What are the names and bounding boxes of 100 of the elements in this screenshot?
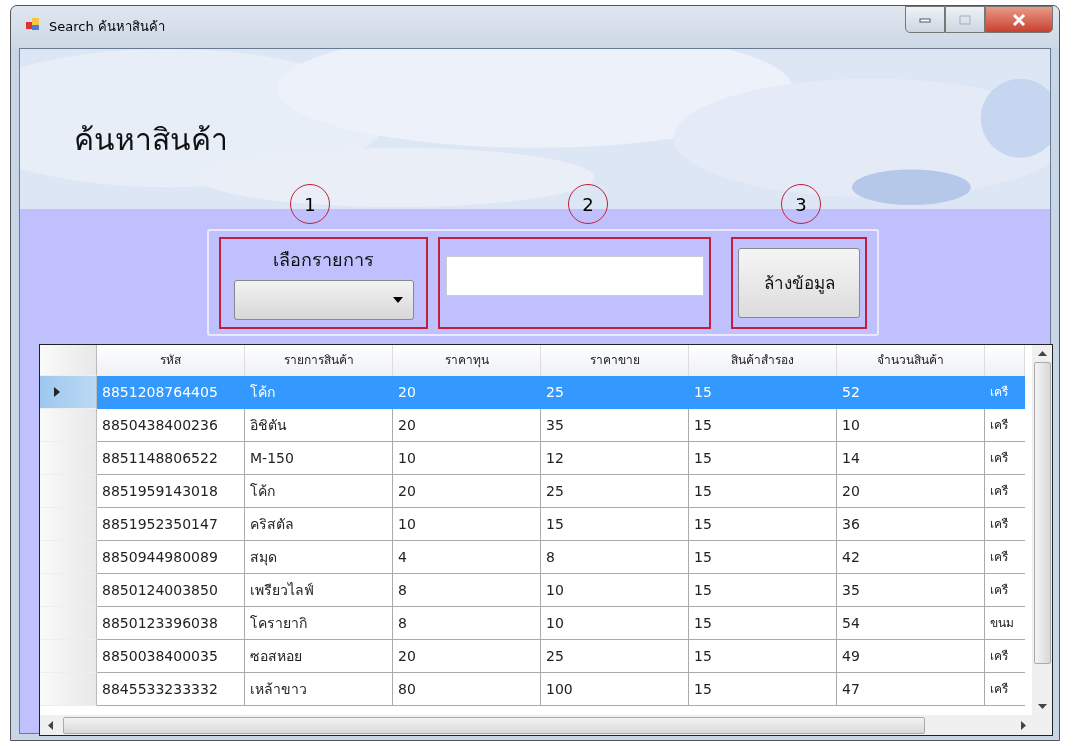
table-cell: 52 xyxy=(837,376,985,409)
table-cell: โค้ก xyxy=(245,475,393,508)
row-header-cell[interactable] xyxy=(40,574,97,607)
table-cell: 47 xyxy=(837,673,985,706)
scroll-up-icon xyxy=(1037,351,1047,356)
table-cell: เครื xyxy=(985,574,1025,607)
row-header-cell[interactable] xyxy=(40,475,97,508)
app-icon xyxy=(25,16,41,32)
table-cell: 8850944980089 xyxy=(97,541,245,574)
table-cell: 12 xyxy=(541,442,689,475)
table-cell: 15 xyxy=(689,541,837,574)
table-cell: 54 xyxy=(837,607,985,640)
table-cell: เครื xyxy=(985,541,1025,574)
table-cell: 15 xyxy=(689,607,837,640)
table-cell: เหล้าขาว xyxy=(245,673,393,706)
table-cell: 4 xyxy=(393,541,541,574)
table-cell: 8850038400035 xyxy=(97,640,245,673)
table-cell: 15 xyxy=(689,640,837,673)
row-header-cell[interactable] xyxy=(40,673,97,706)
minimize-button[interactable] xyxy=(905,6,945,33)
table-cell: 25 xyxy=(541,376,689,409)
row-header-cell[interactable] xyxy=(40,442,97,475)
scroll-right-icon xyxy=(1021,720,1026,730)
table-row[interactable]: 8850123396038 โครายากิ 8 10 15 54 ขนม xyxy=(40,607,1032,640)
row-header-cell[interactable] xyxy=(40,607,97,640)
table-cell: 10 xyxy=(393,508,541,541)
horizontal-scrollbar[interactable] xyxy=(40,715,1052,735)
table-row[interactable]: 8850944980089 สมุด 4 8 15 42 เครื xyxy=(40,541,1032,574)
column-header[interactable]: รหัส xyxy=(97,345,245,376)
table-cell: เครื xyxy=(985,409,1025,442)
table-cell: เครื xyxy=(985,376,1025,409)
table-row[interactable]: 8845533233332 เหล้าขาว 80 100 15 47 เครื xyxy=(40,673,1032,706)
table-cell: 25 xyxy=(541,475,689,508)
table-row[interactable]: 8850124003850 เพรียวไลฟ์ 8 10 15 35 เครื xyxy=(40,574,1032,607)
close-icon xyxy=(1012,13,1026,26)
table-cell: 15 xyxy=(689,376,837,409)
table-cell: 8851148806522 xyxy=(97,442,245,475)
table-cell: เครื xyxy=(985,673,1025,706)
clear-button[interactable]: ล้างข้อมูล xyxy=(738,247,861,318)
table-cell: 8850123396038 xyxy=(97,607,245,640)
maximize-icon xyxy=(959,14,971,25)
close-button[interactable] xyxy=(985,6,1053,33)
table-cell: 49 xyxy=(837,640,985,673)
table-cell: เครื xyxy=(985,442,1025,475)
page-heading: ค้นหาสินค้า xyxy=(74,125,228,155)
table-cell: 15 xyxy=(689,475,837,508)
search-field[interactable] xyxy=(445,255,704,296)
table-cell: 15 xyxy=(689,673,837,706)
table-cell: 8851952350147 xyxy=(97,508,245,541)
table-cell: 20 xyxy=(837,475,985,508)
column-header[interactable]: จำนวนสินค้า xyxy=(837,345,985,376)
table-cell: 8851959143018 xyxy=(97,475,245,508)
table-cell: เครื xyxy=(985,640,1025,673)
row-header-cell[interactable] xyxy=(40,376,97,409)
vertical-scrollbar[interactable] xyxy=(1032,345,1052,715)
row-header-cell[interactable] xyxy=(40,409,97,442)
table-row[interactable]: 8851148806522 M-150 10 12 15 14 เครื xyxy=(40,442,1032,475)
table-cell: 8851208764405 xyxy=(97,376,245,409)
table-cell: 20 xyxy=(393,640,541,673)
table-cell: 42 xyxy=(837,541,985,574)
column-header[interactable]: ราคาทุน xyxy=(393,345,541,376)
table-row[interactable]: 8850438400236 อิชิตัน 20 35 15 10 เครื xyxy=(40,409,1032,442)
category-dropdown[interactable] xyxy=(233,280,414,320)
table-cell: 15 xyxy=(689,508,837,541)
table-cell: 15 xyxy=(689,442,837,475)
row-header-cell[interactable] xyxy=(40,508,97,541)
column-header[interactable] xyxy=(985,345,1025,376)
current-row-icon xyxy=(54,387,60,397)
maximize-button[interactable] xyxy=(945,6,985,33)
table-cell: โครายากิ xyxy=(245,607,393,640)
table-cell: 15 xyxy=(541,508,689,541)
table-cell: 100 xyxy=(541,673,689,706)
row-header-cell[interactable] xyxy=(40,640,97,673)
column-header[interactable]: รายการสินค้า xyxy=(245,345,393,376)
table-cell: 8 xyxy=(541,541,689,574)
table-row[interactable]: 8850038400035 ซอสหอย 20 25 15 49 เครื xyxy=(40,640,1032,673)
table-row[interactable]: 8851952350147 คริสตัล 10 15 15 36 เครื xyxy=(40,508,1032,541)
row-header-cell[interactable] xyxy=(40,541,97,574)
field-label: เลือกรายการ xyxy=(273,248,375,272)
table-cell: คริสตัล xyxy=(245,508,393,541)
table-cell: 80 xyxy=(393,673,541,706)
table-cell: 10 xyxy=(837,409,985,442)
table-cell: ซอสหอย xyxy=(245,640,393,673)
table-cell: 35 xyxy=(837,574,985,607)
table-cell: M-150 xyxy=(245,442,393,475)
table-cell: 8 xyxy=(393,607,541,640)
dropdown-arrow-icon xyxy=(392,297,403,303)
scroll-down-icon xyxy=(1037,704,1047,709)
table-cell: สมุด xyxy=(245,541,393,574)
column-header[interactable]: ราคาขาย xyxy=(541,345,689,376)
column-header[interactable]: สินค้าสำรอง xyxy=(689,345,837,376)
table-cell: 8845533233332 xyxy=(97,673,245,706)
table-row[interactable]: 8851959143018 โค้ก 20 25 15 20 เครื xyxy=(40,475,1032,508)
scroll-left-icon xyxy=(48,720,53,730)
table-cell: เครื xyxy=(985,508,1025,541)
table-cell: 8 xyxy=(393,574,541,607)
table-cell: 36 xyxy=(837,508,985,541)
table-cell: อิชิตัน xyxy=(245,409,393,442)
window-title: Search ค้นหาสินค้า xyxy=(49,18,165,36)
table-cell: 20 xyxy=(393,475,541,508)
